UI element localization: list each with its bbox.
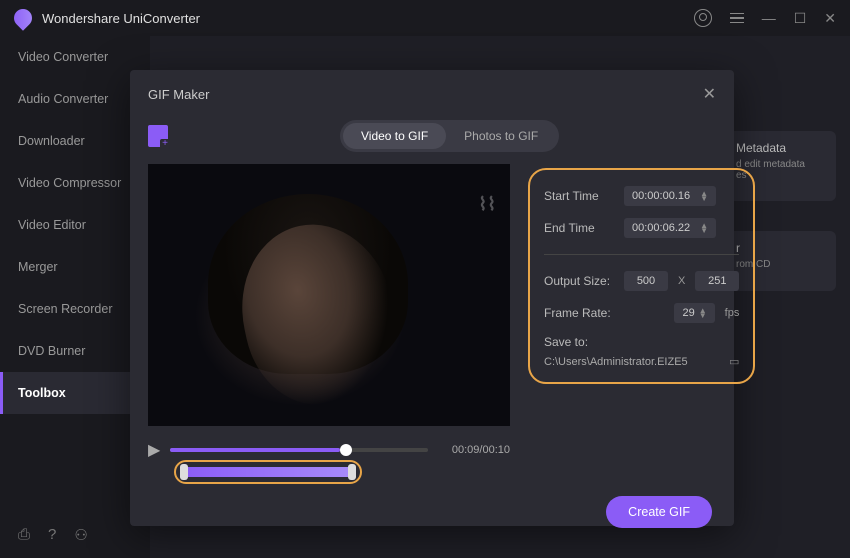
framerate-spinner[interactable]: ▲▼ bbox=[699, 308, 707, 318]
folder-icon[interactable]: ▭ bbox=[729, 355, 739, 368]
sidebar: Video Converter Audio Converter Download… bbox=[0, 36, 150, 558]
save-path-text: C:\Users\Administrator.EIZE5 bbox=[544, 356, 688, 368]
sidebar-item-dvd-burner[interactable]: DVD Burner bbox=[0, 330, 150, 372]
sidebar-item-video-compressor[interactable]: Video Compressor bbox=[0, 162, 150, 204]
framerate-input[interactable]: 29 ▲▼ bbox=[674, 303, 714, 323]
save-to-label: Save to: bbox=[544, 335, 739, 349]
metadata-title: Metadata bbox=[736, 141, 826, 155]
minimize-button[interactable]: — bbox=[762, 10, 776, 26]
output-size-label: Output Size: bbox=[544, 274, 614, 288]
trim-control[interactable] bbox=[182, 464, 362, 482]
maximize-button[interactable]: ☐ bbox=[794, 10, 807, 27]
seek-fill bbox=[170, 448, 340, 452]
close-icon[interactable]: ✕ bbox=[703, 84, 716, 104]
app-title: Wondershare UniConverter bbox=[42, 11, 694, 26]
size-x: X bbox=[678, 275, 685, 287]
trim-end-handle[interactable] bbox=[348, 464, 356, 480]
sidebar-item-merger[interactable]: Merger bbox=[0, 246, 150, 288]
height-input[interactable]: 251 bbox=[695, 271, 739, 291]
help-book-icon[interactable]: ⎙ bbox=[18, 526, 30, 544]
start-time-spinner[interactable]: ▲▼ bbox=[700, 191, 708, 201]
menu-icon[interactable] bbox=[730, 13, 744, 24]
start-time-input[interactable]: 00:00:00.16 ▲▼ bbox=[624, 186, 716, 206]
create-gif-button[interactable]: Create GIF bbox=[606, 496, 712, 528]
seek-track[interactable] bbox=[170, 448, 428, 452]
trim-start-handle[interactable] bbox=[180, 464, 188, 480]
end-time-label: End Time bbox=[544, 221, 614, 235]
modal-title: GIF Maker bbox=[148, 87, 209, 102]
seek-handle[interactable] bbox=[340, 444, 352, 456]
account-icon[interactable] bbox=[694, 9, 712, 27]
sidebar-item-toolbox[interactable]: Toolbox bbox=[0, 372, 150, 414]
trim-range bbox=[182, 467, 354, 477]
app-logo bbox=[10, 5, 35, 30]
fps-label: fps bbox=[725, 307, 740, 319]
sidebar-item-screen-recorder[interactable]: Screen Recorder bbox=[0, 288, 150, 330]
add-file-icon[interactable] bbox=[148, 125, 168, 147]
gif-maker-modal: GIF Maker ✕ Video to GIF Photos to GIF ⌇… bbox=[130, 70, 734, 526]
community-icon[interactable]: ⚇ bbox=[74, 526, 87, 544]
time-display: 00:09/00:10 bbox=[438, 444, 510, 456]
tab-video-to-gif[interactable]: Video to GIF bbox=[343, 123, 446, 149]
end-time-spinner[interactable]: ▲▼ bbox=[700, 223, 708, 233]
sidebar-item-video-converter[interactable]: Video Converter bbox=[0, 36, 150, 78]
width-input[interactable]: 500 bbox=[624, 271, 668, 291]
mode-tabs: Video to GIF Photos to GIF bbox=[340, 120, 559, 152]
framerate-label: Frame Rate: bbox=[544, 306, 614, 320]
help-icon[interactable]: ? bbox=[48, 526, 56, 544]
start-time-label: Start Time bbox=[544, 189, 614, 203]
end-time-input[interactable]: 00:00:06.22 ▲▼ bbox=[624, 218, 716, 238]
close-button[interactable]: ✕ bbox=[824, 10, 836, 27]
sidebar-item-audio-converter[interactable]: Audio Converter bbox=[0, 78, 150, 120]
sidebar-item-downloader[interactable]: Downloader bbox=[0, 120, 150, 162]
watermark-icon: ⌇⌇ bbox=[478, 194, 496, 215]
sidebar-item-video-editor[interactable]: Video Editor bbox=[0, 204, 150, 246]
tab-photos-to-gif[interactable]: Photos to GIF bbox=[446, 123, 556, 149]
divider bbox=[544, 254, 739, 255]
video-preview[interactable]: ⌇⌇ bbox=[148, 164, 510, 426]
settings-panel: Start Time 00:00:00.16 ▲▼ End Time 00:00… bbox=[528, 168, 755, 384]
play-button[interactable]: ▶ bbox=[148, 440, 160, 460]
